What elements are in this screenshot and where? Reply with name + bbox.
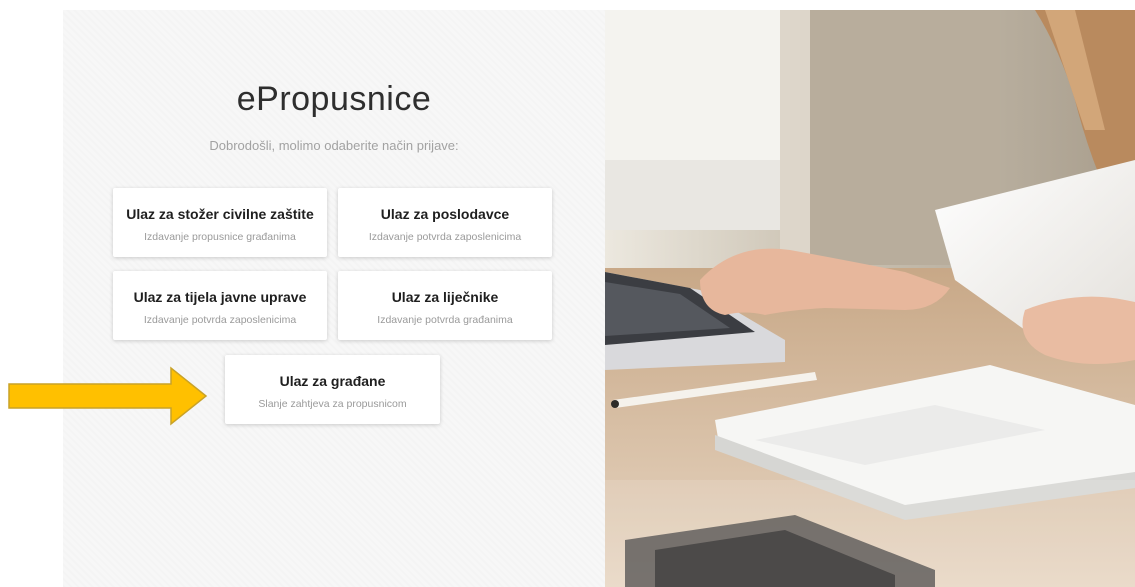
card-title: Ulaz za stožer civilne zaštite	[126, 206, 314, 222]
login-card-public-administration[interactable]: Ulaz za tijela javne uprave Izdavanje po…	[113, 271, 327, 340]
login-card-civil-protection[interactable]: Ulaz za stožer civilne zaštite Izdavanje…	[113, 188, 327, 257]
card-subtitle: Izdavanje potvrda građanima	[377, 314, 513, 326]
card-title: Ulaz za poslodavce	[380, 206, 510, 222]
photo-illustration	[605, 10, 1135, 587]
card-subtitle: Slanje zahtjeva za propusnicom	[258, 398, 407, 410]
page-title: ePropusnice	[236, 80, 432, 118]
login-card-employers[interactable]: Ulaz za poslodavce Izdavanje potvrda zap…	[338, 188, 552, 257]
card-subtitle: Izdavanje propusnice građanima	[144, 231, 296, 243]
login-card-citizens[interactable]: Ulaz za građane Slanje zahtjeva za propu…	[225, 355, 440, 424]
card-title: Ulaz za tijela javne uprave	[133, 289, 307, 305]
card-subtitle: Izdavanje potvrda zaposlenicima	[368, 231, 522, 243]
login-card-doctors[interactable]: Ulaz za liječnike Izdavanje potvrda građ…	[338, 271, 552, 340]
login-options-panel: ePropusnice Dobrodošli, molimo odaberite…	[63, 10, 605, 587]
arrow-right-icon	[8, 366, 208, 426]
card-title: Ulaz za liječnike	[391, 289, 499, 305]
card-title: Ulaz za građane	[279, 373, 386, 389]
card-subtitle: Izdavanje potvrda zaposlenicima	[143, 314, 297, 326]
page-subtitle: Dobrodošli, molimo odaberite način prija…	[209, 138, 459, 153]
office-desk-laptop-photo	[605, 10, 1135, 587]
